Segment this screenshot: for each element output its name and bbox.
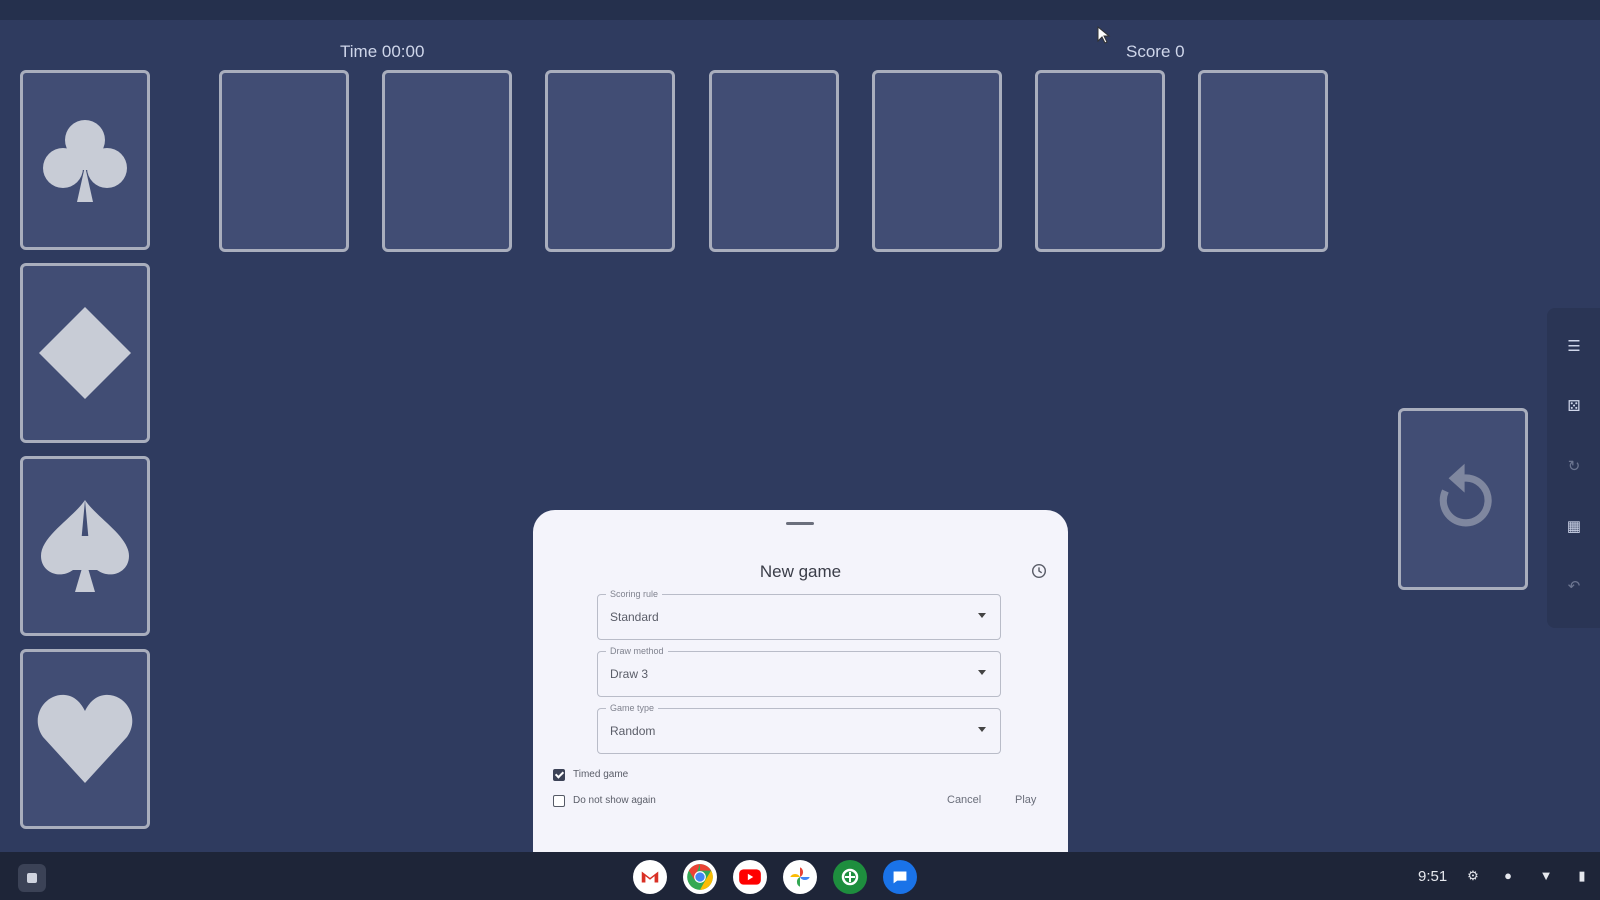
chevron-down-icon — [978, 727, 986, 732]
drag-handle[interactable] — [786, 522, 814, 525]
do-not-show-again-label: Do not show again — [573, 795, 656, 806]
battery-icon[interactable]: ▮ — [1574, 868, 1590, 884]
tableau-pile-7[interactable] — [1198, 70, 1328, 252]
redeal-icon — [1439, 463, 1492, 527]
do-not-show-again-checkbox[interactable] — [553, 795, 565, 807]
heart-icon — [37, 694, 133, 783]
game-type-value: Random — [610, 724, 656, 738]
timed-game-label: Timed game — [573, 769, 629, 780]
timer-display: Time 00:00 — [340, 42, 425, 61]
new-game-dialog: New game Scoring rule Standard Draw meth… — [533, 510, 1068, 852]
launcher-button[interactable] — [18, 864, 46, 892]
scoring-rule-value: Standard — [610, 610, 659, 624]
draw-method-label: Draw method — [606, 645, 668, 657]
timed-game-checkbox[interactable] — [553, 769, 565, 781]
settings-gear-icon[interactable]: ⚙ — [1465, 868, 1481, 884]
stats-icon[interactable]: ▦ — [1565, 518, 1583, 536]
tableau-pile-3[interactable] — [545, 70, 675, 252]
scoring-rule-label: Scoring rule — [606, 588, 663, 600]
draw-method-select[interactable]: Draw method Draw 3 — [597, 645, 1001, 697]
system-shelf: 9:51 ⚙ ● ▼ ▮ — [0, 852, 1600, 900]
stock-pile[interactable] — [1398, 408, 1528, 590]
game-type-label: Game type — [606, 702, 659, 714]
tableau-pile-4[interactable] — [709, 70, 839, 252]
menu-icon[interactable]: ☰ — [1565, 338, 1583, 356]
club-icon — [43, 120, 127, 202]
tableau-pile-1[interactable] — [219, 70, 349, 252]
gmail-icon[interactable] — [633, 860, 667, 894]
tableau-pile-5[interactable] — [872, 70, 1002, 252]
game-type-select[interactable]: Game type Random — [597, 702, 1001, 754]
chrome-icon[interactable] — [683, 860, 717, 894]
foundation-spades[interactable] — [20, 456, 150, 636]
scoring-rule-select[interactable]: Scoring rule Standard — [597, 588, 1001, 640]
play-button[interactable]: Play — [1015, 794, 1036, 806]
play-games-icon[interactable] — [833, 860, 867, 894]
history-icon[interactable] — [1030, 562, 1048, 580]
tableau-pile-6[interactable] — [1035, 70, 1165, 252]
foundation-hearts[interactable] — [20, 649, 150, 829]
chevron-down-icon — [978, 670, 986, 675]
photos-icon[interactable] — [783, 860, 817, 894]
score-display: Score 0 — [1126, 42, 1185, 61]
undo-icon[interactable]: ↶ — [1565, 578, 1583, 596]
mouse-cursor-icon — [1097, 26, 1111, 44]
side-toolbar: ☰ ⚄ ↻ ▦ ↶ — [1547, 308, 1600, 628]
hint-icon[interactable]: ⚄ — [1565, 398, 1583, 416]
clock[interactable]: 9:51 — [1418, 868, 1447, 885]
foundation-diamonds[interactable] — [20, 263, 150, 443]
cancel-button[interactable]: Cancel — [947, 794, 981, 806]
foundation-clubs[interactable] — [20, 70, 150, 250]
window-title-bar — [0, 0, 1600, 20]
dialog-title: New game — [759, 562, 842, 581]
restart-icon[interactable]: ↻ — [1565, 458, 1583, 476]
messages-icon[interactable] — [883, 860, 917, 894]
wifi-icon[interactable]: ▼ — [1538, 868, 1554, 884]
chevron-down-icon — [978, 613, 986, 618]
tableau-pile-2[interactable] — [382, 70, 512, 252]
notification-icon[interactable]: ● — [1500, 868, 1516, 884]
spade-icon — [41, 500, 129, 592]
draw-method-value: Draw 3 — [610, 667, 649, 681]
diamond-icon — [39, 307, 131, 399]
youtube-icon[interactable] — [733, 860, 767, 894]
